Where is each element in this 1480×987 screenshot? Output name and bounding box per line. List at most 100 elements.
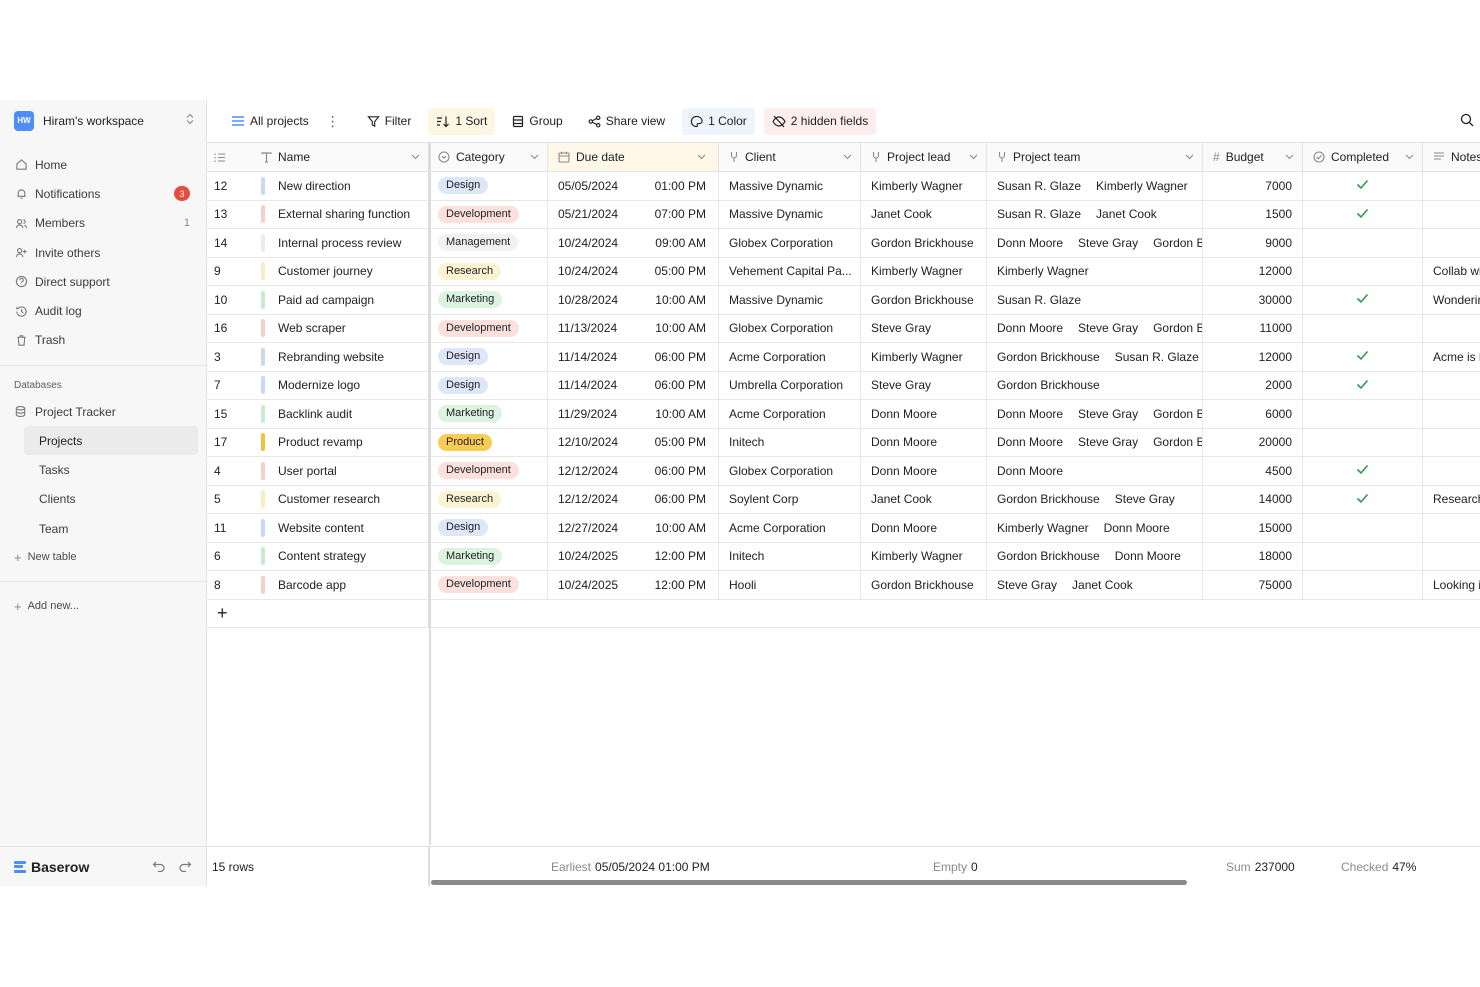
footer-completed-aggregate[interactable]: Checked 47% — [1341, 847, 1416, 886]
cell-name[interactable]: External sharing function — [261, 200, 430, 228]
cell-completed[interactable] — [1303, 229, 1423, 257]
cell-category[interactable]: Research — [430, 485, 548, 513]
cell-notes[interactable] — [1423, 457, 1480, 485]
cell-project-lead[interactable]: Kimberly Wagner — [861, 257, 987, 285]
cell-category[interactable]: Management — [430, 229, 548, 257]
add-new-button[interactable]: + Add new... — [0, 592, 206, 620]
cell-project-team[interactable]: Gordon Brickhouse Donn Moore — [987, 542, 1203, 570]
cell-notes[interactable]: Research — [1423, 486, 1480, 514]
cell-due-date[interactable]: 11/14/2024 06:00 PM — [548, 371, 719, 399]
cell-due-date[interactable]: 10/24/2025 12:00 PM — [548, 571, 719, 599]
table-item-clients[interactable]: Clients — [24, 485, 198, 514]
cell-client[interactable]: Soylent Corp — [719, 485, 861, 513]
cell-project-team[interactable]: Gordon Brickhouse Steve Gray — [987, 485, 1203, 513]
cell-notes[interactable] — [1423, 400, 1480, 428]
cell-due-date[interactable]: 05/05/2024 01:00 PM — [548, 172, 719, 200]
cell-due-date[interactable]: 12/27/2024 10:00 AM — [548, 514, 719, 542]
cell-project-team[interactable]: Donn Moore Steve Gray Gordon B — [987, 428, 1203, 456]
cell-category[interactable]: Design — [430, 514, 548, 542]
cell-project-lead[interactable]: Donn Moore — [861, 457, 987, 485]
cell-project-team[interactable]: Donn Moore Steve Gray Gordon B — [987, 314, 1203, 342]
cell-project-lead[interactable]: Gordon Brickhouse — [861, 571, 987, 599]
cell-project-lead[interactable]: Gordon Brickhouse — [861, 229, 987, 257]
cell-client[interactable]: Massive Dynamic — [719, 200, 861, 228]
cell-project-lead[interactable]: Donn Moore — [861, 514, 987, 542]
cell-client[interactable]: Umbrella Corporation — [719, 371, 861, 399]
cell-project-lead[interactable]: Steve Gray — [861, 371, 987, 399]
table-row[interactable]: 12 New direction Design 05/05/2024 01:00 PM M… — [207, 172, 1480, 201]
cell-name[interactable]: Modernize logo — [261, 371, 430, 399]
cell-completed[interactable] — [1303, 542, 1423, 570]
column-header-client[interactable]: Client — [719, 143, 861, 171]
cell-category[interactable]: Research — [430, 257, 548, 285]
cell-project-lead[interactable]: Kimberly Wagner — [861, 172, 987, 200]
cell-category[interactable]: Development — [430, 571, 548, 599]
cell-completed[interactable] — [1303, 571, 1423, 599]
filter-button[interactable]: Filter — [359, 108, 420, 135]
cell-due-date[interactable]: 10/24/2025 12:00 PM — [548, 542, 719, 570]
sidebar-item-home[interactable]: Home — [0, 150, 206, 179]
table-row[interactable]: 13 External sharing function Development 05… — [207, 200, 1480, 229]
cell-project-lead[interactable]: Kimberly Wagner — [861, 343, 987, 371]
cell-notes[interactable]: Collab wi — [1423, 258, 1480, 286]
column-header-budget[interactable]: # Budget — [1203, 143, 1303, 171]
column-header-project-lead[interactable]: Project lead — [861, 143, 987, 171]
hidden-fields-button[interactable]: 2 hidden fields — [763, 107, 877, 135]
cell-project-lead[interactable]: Gordon Brickhouse — [861, 286, 987, 314]
cell-completed[interactable] — [1303, 371, 1423, 399]
cell-due-date[interactable]: 11/13/2024 10:00 AM — [548, 314, 719, 342]
cell-name[interactable]: User portal — [261, 457, 430, 485]
sidebar-item-support[interactable]: Direct support — [0, 267, 206, 296]
cell-budget[interactable]: 9000 — [1203, 229, 1303, 257]
table-row[interactable]: 7 Modernize logo Design 11/14/2024 06:00 PM U… — [207, 371, 1480, 400]
cell-budget[interactable]: 12000 — [1203, 343, 1303, 371]
cell-completed[interactable] — [1303, 514, 1423, 542]
cell-name[interactable]: Rebranding website — [261, 343, 430, 371]
undo-icon[interactable] — [152, 859, 166, 875]
cell-due-date[interactable]: 12/12/2024 06:00 PM — [548, 457, 719, 485]
cell-notes[interactable] — [1423, 229, 1480, 257]
cell-budget[interactable]: 6000 — [1203, 400, 1303, 428]
cell-notes[interactable] — [1423, 543, 1480, 571]
cell-budget[interactable]: 18000 — [1203, 542, 1303, 570]
cell-project-team[interactable]: Susan R. Glaze — [987, 286, 1203, 314]
table-row[interactable]: 9 Customer journey Research 10/24/2024 05:00… — [207, 257, 1480, 286]
cell-completed[interactable] — [1303, 172, 1423, 200]
cell-notes[interactable] — [1423, 172, 1480, 200]
horizontal-scrollbar[interactable] — [431, 880, 1187, 885]
group-button[interactable]: Group — [504, 108, 570, 135]
table-row[interactable]: 14 Internal process review Management 10/24… — [207, 229, 1480, 258]
cell-category[interactable]: Design — [430, 343, 548, 371]
cell-budget[interactable]: 30000 — [1203, 286, 1303, 314]
cell-completed[interactable] — [1303, 485, 1423, 513]
cell-project-lead[interactable]: Donn Moore — [861, 400, 987, 428]
cell-budget[interactable]: 11000 — [1203, 314, 1303, 342]
cell-project-team[interactable]: Donn Moore — [987, 457, 1203, 485]
cell-notes[interactable]: Looking i — [1423, 571, 1480, 599]
cell-completed[interactable] — [1303, 343, 1423, 371]
cell-completed[interactable] — [1303, 400, 1423, 428]
cell-name[interactable]: Web scraper — [261, 314, 430, 342]
cell-name[interactable]: New direction — [261, 172, 430, 200]
cell-notes[interactable]: Acme is l — [1423, 343, 1480, 371]
cell-project-team[interactable]: Kimberly Wagner — [987, 257, 1203, 285]
table-row[interactable]: 10 Paid ad campaign Marketing 10/28/2024 10:… — [207, 286, 1480, 315]
cell-due-date[interactable]: 12/10/2024 05:00 PM — [548, 428, 719, 456]
table-row[interactable]: 8 Barcode app Development 10/24/2025 12:00 P… — [207, 571, 1480, 600]
cell-project-team[interactable]: Steve Gray Janet Cook — [987, 571, 1203, 599]
cell-name[interactable]: Barcode app — [261, 571, 430, 599]
cell-project-team[interactable]: Gordon Brickhouse — [987, 371, 1203, 399]
cell-client[interactable]: Acme Corporation — [719, 514, 861, 542]
table-row[interactable]: 5 Customer research Research 12/12/2024 06:0… — [207, 485, 1480, 514]
cell-project-team[interactable]: Susan R. Glaze Janet Cook — [987, 200, 1203, 228]
cell-client[interactable]: Acme Corporation — [719, 343, 861, 371]
cell-due-date[interactable]: 11/29/2024 10:00 AM — [548, 400, 719, 428]
table-row[interactable]: 6 Content strategy Marketing 10/24/2025 12:0… — [207, 542, 1480, 571]
sidebar-item-invite[interactable]: Invite others — [0, 238, 206, 267]
table-item-team[interactable]: Team — [24, 514, 198, 543]
table-row[interactable]: 17 Product revamp Product 12/10/2024 05:00 P… — [207, 428, 1480, 457]
cell-project-team[interactable]: Susan R. GlazeKimberly WagnerD — [987, 172, 1203, 200]
row-id-header[interactable] — [207, 143, 261, 171]
cell-name[interactable]: Backlink audit — [261, 400, 430, 428]
cell-name[interactable]: Customer research — [261, 485, 430, 513]
